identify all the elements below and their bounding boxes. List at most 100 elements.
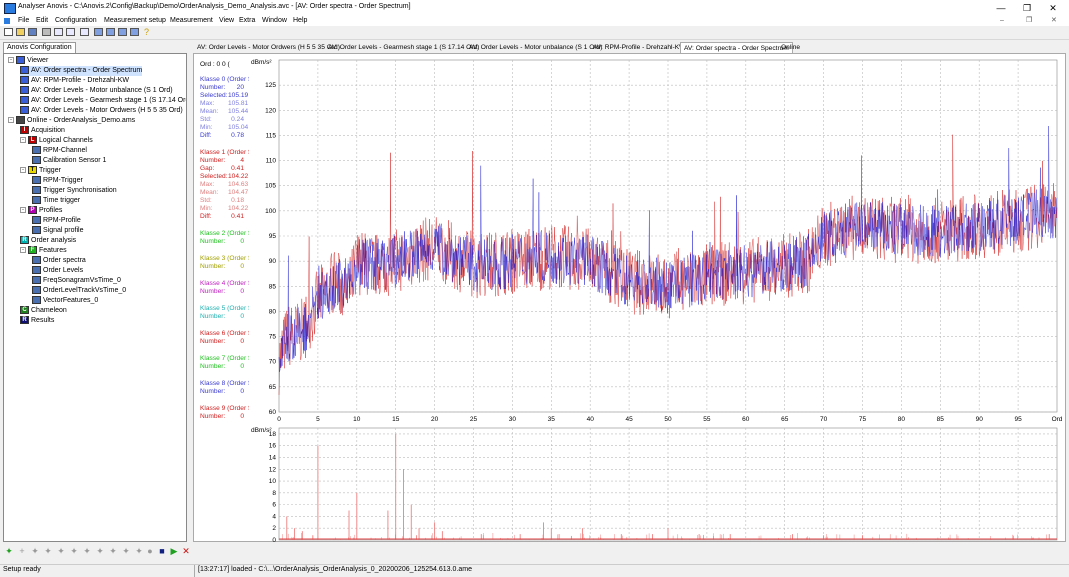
tree-node[interactable]: Order spectra — [32, 256, 86, 266]
tree-node[interactable]: C Chameleon — [20, 306, 67, 316]
tree-node[interactable]: Calibration Sensor 1 — [32, 156, 106, 166]
tool-5-icon[interactable]: ✦ — [69, 546, 79, 556]
status-right: [13:27:17] loaded - C:\...\OrderAnalysis… — [198, 566, 472, 573]
expander-icon[interactable]: - — [20, 167, 26, 174]
tool-9-icon[interactable]: ✦ — [121, 546, 131, 556]
order-spectrum-graph[interactable]: 0 5 10 15 20 25 30 35 40 45 50 55 60 65 70 75 80 85 90 95 Or… — [249, 56, 1066, 542]
tree-node[interactable]: RPM-Profile — [32, 216, 81, 226]
menu-view[interactable]: View — [219, 16, 234, 26]
play-icon[interactable]: ▶ — [169, 546, 179, 556]
tree-node[interactable]: RPM-Channel — [32, 146, 87, 156]
tree-node[interactable]: R Order analysis — [20, 236, 76, 246]
menu-edit[interactable]: Edit — [36, 16, 48, 26]
close-button[interactable]: ✕ — [1041, 0, 1065, 16]
tool-4-icon[interactable]: ✦ — [56, 546, 66, 556]
tree-node[interactable]: Signal profile — [32, 226, 83, 236]
tree-node[interactable]: AV: Order spectra - Order Spectrum — [20, 66, 143, 76]
tree-node[interactable]: AV: RPM-Profile - Drehzahl-KW — [20, 76, 129, 86]
tab-rpm-profile[interactable]: AV: RPM-Profile - Drehzahl-KW — [590, 42, 688, 53]
record-icon[interactable]: ● — [145, 546, 155, 556]
class-stat-line: Klasse 3 (Order S — [200, 255, 249, 263]
tool-10-icon[interactable]: ✦ — [134, 546, 144, 556]
tool-1-icon[interactable]: + — [17, 546, 27, 556]
y-tick-label: 14 — [269, 454, 277, 461]
tree-node[interactable]: - T Trigger — [20, 166, 61, 176]
ch-node-icon — [32, 156, 41, 165]
menu-window[interactable]: Window — [262, 16, 287, 26]
expander-icon[interactable]: - — [20, 207, 26, 214]
menu-measurement-setup[interactable]: Measurement setup — [104, 16, 166, 26]
print-icon[interactable] — [42, 28, 51, 36]
class-stat-line: Diff: 0.41 — [200, 213, 244, 221]
menu-measurement[interactable]: Measurement — [170, 16, 213, 26]
view2-icon[interactable] — [66, 28, 75, 36]
tree-node[interactable]: - F Features — [20, 246, 67, 256]
expander-icon[interactable]: - — [8, 117, 14, 124]
mdi-close-icon[interactable]: ✕ — [1051, 16, 1057, 26]
stat-value: 104.22 — [228, 173, 249, 180]
restore-button[interactable]: ❐ — [1015, 0, 1039, 16]
window1-icon[interactable] — [94, 28, 103, 36]
tree-node[interactable]: FreqSonagramVsTime_0 — [32, 276, 121, 286]
L-node-icon: L — [28, 136, 37, 145]
stat-key: Std: — [200, 116, 212, 123]
tab-motor-ordwers[interactable]: AV: Order Levels - Motor Ordwers (H 5 5 … — [194, 42, 343, 53]
save-icon[interactable] — [28, 28, 37, 36]
tree-node[interactable]: - L Logical Channels — [20, 136, 93, 146]
tree-node[interactable]: - Online - OrderAnalysis_Demo.ams — [8, 116, 135, 126]
open-icon[interactable] — [16, 28, 25, 36]
tree-node[interactable]: Order Levels — [32, 266, 83, 276]
mdi-restore-icon[interactable]: ❐ — [1026, 16, 1032, 26]
stat-value: 105.81 — [228, 100, 249, 107]
anovis-configuration-tab[interactable]: Anovis Configuration — [3, 42, 76, 53]
help-icon[interactable]: ? — [144, 27, 149, 37]
av-node-icon — [20, 66, 29, 75]
view1-icon[interactable] — [54, 28, 63, 36]
tree-node[interactable]: - Viewer — [8, 56, 48, 66]
y-tick-label: 60 — [269, 409, 277, 416]
tree-node[interactable]: Time trigger — [32, 196, 80, 206]
run-person-icon[interactable]: ✦ — [4, 546, 14, 556]
tree-node[interactable]: I Acquisition — [20, 126, 65, 136]
menu-file[interactable]: File — [18, 16, 29, 26]
expander-icon[interactable]: - — [8, 57, 14, 64]
tree-node[interactable]: R Results — [20, 316, 54, 326]
tree-node-label: OrderLevelTrackVsTime_0 — [43, 287, 127, 294]
tree-node[interactable]: - P Profiles — [20, 206, 62, 216]
tab-gearmesh-stage1[interactable]: AV: Order Levels - Gearmesh stage 1 (S 1… — [325, 42, 482, 53]
stat-key: Gap: — [200, 165, 215, 172]
tool-2-icon[interactable]: ✦ — [30, 546, 40, 556]
tool-8-icon[interactable]: ✦ — [108, 546, 118, 556]
y-tick-label: 95 — [269, 233, 277, 240]
tree-node[interactable]: AV: Order Levels - Motor unbalance (S 1 … — [20, 86, 173, 96]
minimize-button[interactable]: — — [989, 0, 1013, 16]
menu-extra[interactable]: Extra — [239, 16, 255, 26]
stop-icon[interactable]: ■ — [157, 546, 167, 556]
tool-3-icon[interactable]: ✦ — [43, 546, 53, 556]
cursor-icon[interactable] — [80, 28, 89, 36]
tree-node[interactable]: AV: Order Levels - Motor Ordwers (H 5 5 … — [20, 106, 183, 116]
y-tick-label: 105 — [265, 183, 276, 190]
tree-node[interactable]: RPM-Trigger — [32, 176, 83, 186]
tree-node[interactable]: VectorFeatures_0 — [32, 296, 98, 306]
expander-icon[interactable]: - — [20, 137, 26, 144]
cancel-icon[interactable]: ✕ — [181, 546, 191, 556]
menu-help[interactable]: Help — [293, 16, 307, 26]
tab-motor-unbalance[interactable]: AV: Order Levels - Motor unbalance (S 1 … — [466, 42, 605, 53]
mdi-minimize-icon[interactable]: – — [1000, 16, 1004, 26]
window4-icon[interactable] — [130, 28, 139, 36]
tree-node[interactable]: OrderLevelTrackVsTime_0 — [32, 286, 126, 296]
window3-icon[interactable] — [118, 28, 127, 36]
tool-6-icon[interactable]: ✦ — [82, 546, 92, 556]
tree-node[interactable]: Trigger Synchronisation — [32, 186, 117, 196]
expander-icon[interactable]: - — [20, 247, 26, 254]
new-icon[interactable] — [4, 28, 13, 36]
tab-online[interactable]: Online — [778, 42, 803, 53]
class-stat-line: Klasse 4 (Order S — [200, 280, 249, 288]
tree-node[interactable]: AV: Order Levels - Gearmesh stage 1 (S 1… — [20, 96, 186, 106]
tool-7-icon[interactable]: ✦ — [95, 546, 105, 556]
stat-key: Mean: — [200, 189, 219, 196]
menu-configuration[interactable]: Configuration — [55, 16, 97, 26]
window2-icon[interactable] — [106, 28, 115, 36]
stat-key: Klasse 8 (Order S — [200, 380, 249, 387]
